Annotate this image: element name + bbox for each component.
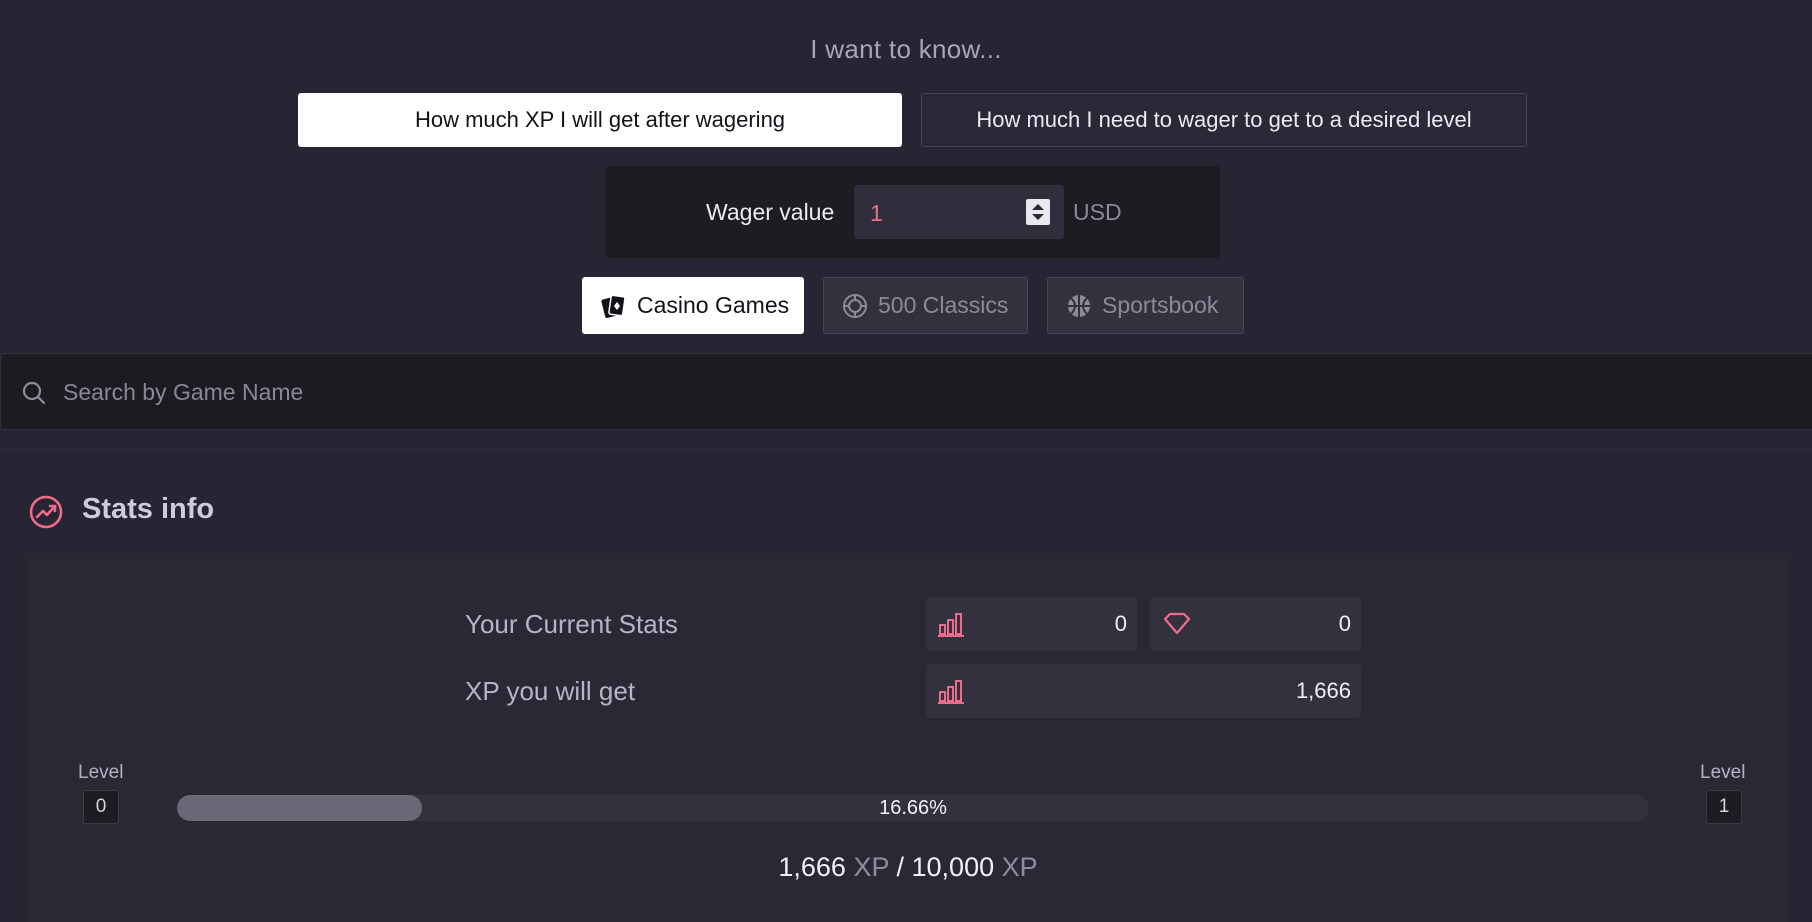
level-progress-bar: 16.66% (177, 795, 1649, 821)
cards-icon (601, 294, 626, 318)
tab-sportsbook-label: Sportsbook (1102, 292, 1219, 318)
wager-label: Wager value (706, 198, 835, 225)
level-from-label: Level (78, 762, 124, 783)
xp-current-unit: XP (853, 852, 889, 882)
current-gems-value: 0 (1338, 611, 1351, 636)
xp-you-will-get-label: XP you will get (465, 676, 636, 706)
stepper-up-icon[interactable] (1032, 204, 1044, 210)
current-gems-stat: 0 (1150, 597, 1361, 651)
level-to-badge: 1 (1706, 790, 1742, 824)
stats-panel: Your Current Stats XP you will get 0 0 1… (26, 553, 1790, 922)
current-level-value: 0 (1114, 611, 1127, 636)
page-question: I want to know... (810, 34, 1002, 64)
tab-sportsbook[interactable]: Sportsbook (1047, 277, 1244, 334)
stats-title: Stats info (82, 493, 215, 525)
tab-500-classics-label: 500 Classics (878, 292, 1009, 318)
basketball-icon (1068, 294, 1090, 317)
number-stepper[interactable] (1026, 199, 1050, 225)
search-input[interactable] (61, 354, 1765, 431)
xp-summary: 1,666 XP / 10,000 XP (26, 852, 1790, 883)
search-icon (22, 381, 46, 405)
level-from-badge: 0 (83, 790, 119, 824)
level-to-label: Level (1700, 762, 1746, 783)
trending-up-icon (29, 495, 63, 529)
stepper-down-icon[interactable] (1032, 214, 1044, 220)
current-level-stat: 0 (926, 597, 1137, 651)
wager-panel: Wager value USD (606, 166, 1220, 258)
tab-casino-games[interactable]: Casino Games (582, 277, 804, 334)
level-progress-text: 16.66% (879, 797, 947, 819)
tab-casino-games-label: Casino Games (637, 292, 790, 318)
xp-current: 1,666 (778, 852, 846, 882)
current-stats-label: Your Current Stats (465, 609, 678, 639)
xp-gain-value: 1,666 (1295, 678, 1351, 703)
classics-icon (843, 293, 867, 318)
tab-500-classics[interactable]: 500 Classics (823, 277, 1028, 334)
xp-target-unit: XP (1001, 852, 1038, 882)
search-bar[interactable] (0, 353, 1812, 431)
wager-input[interactable] (854, 185, 1032, 241)
mode-xp-after-wagering-button[interactable]: How much XP I will get after wagering (298, 93, 902, 147)
xp-gain-stat: 1,666 (926, 664, 1361, 718)
level-bars-icon (938, 680, 964, 704)
wager-currency: USD (1073, 198, 1122, 225)
wager-field[interactable] (854, 185, 1064, 241)
xp-separator: / (896, 852, 904, 882)
mode-wager-to-level-button[interactable]: How much I need to wager to get to a des… (921, 93, 1527, 147)
xp-target: 10,000 (911, 852, 995, 882)
section-divider (0, 448, 1812, 449)
diamond-icon (1163, 612, 1191, 635)
level-bars-icon (938, 613, 964, 637)
